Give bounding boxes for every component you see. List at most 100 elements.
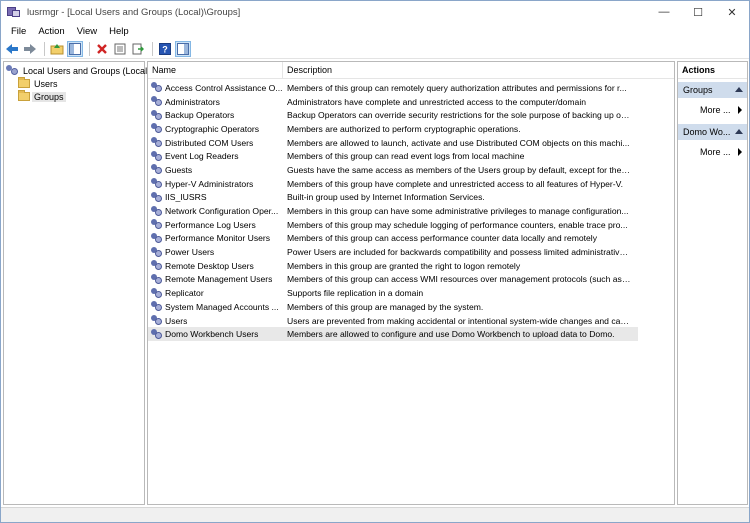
column-header-description[interactable]: Description (283, 62, 674, 79)
table-row[interactable]: Backup Operators Backup Operators can ove… (148, 108, 674, 122)
table-row[interactable]: Remote Management Users Members of this g… (148, 273, 674, 287)
group-name: Backup Operators (165, 110, 235, 121)
actions-title: Actions (678, 62, 747, 79)
table-row[interactable]: Performance Log Users Members of this gro… (148, 218, 674, 232)
group-icon (151, 191, 163, 203)
group-icon (151, 301, 163, 312)
actions-section-label: Groups (683, 85, 713, 95)
group-description: Members are allowed to configure and use… (287, 329, 615, 340)
table-row[interactable]: IIS_IUSRS Built-in group used by Internet… (148, 191, 674, 205)
group-name-cell: Replicator (148, 287, 283, 299)
delete-icon[interactable] (94, 41, 110, 57)
group-description: Supports file replication in a domain (287, 288, 424, 299)
group-icon (151, 82, 163, 93)
tree-item-users[interactable]: Users (18, 77, 60, 90)
table-row[interactable]: Domo Workbench Users Members are allowed … (148, 327, 638, 342)
group-name-cell: Access Control Assistance O... (148, 82, 283, 93)
submenu-arrow-icon (738, 148, 742, 156)
group-name: Domo Workbench Users (165, 329, 259, 340)
group-name: Performance Monitor Users (165, 233, 271, 244)
export-list-icon[interactable] (130, 41, 146, 57)
toolbar-separator (89, 41, 90, 56)
help-icon[interactable]: ? (157, 41, 173, 57)
group-description: Users are prevented from making accident… (287, 315, 631, 326)
menu-help[interactable]: Help (103, 26, 135, 37)
actions-section-label: Domo Wo... (683, 127, 731, 137)
group-icon (151, 150, 163, 162)
table-row[interactable]: Users Users are prevented from making acc… (148, 314, 674, 328)
group-description: Members of this group may schedule loggi… (287, 219, 628, 230)
minimize-button[interactable]: — (647, 1, 681, 23)
actions-section-domo-workbench[interactable]: Domo Wo... (678, 124, 747, 140)
table-row[interactable]: Performance Monitor Users Members of this… (148, 232, 674, 246)
menu-action[interactable]: Action (32, 26, 70, 37)
menu-file[interactable]: File (5, 26, 32, 37)
group-description: Built-in group used by Internet Informat… (287, 192, 485, 203)
group-name: Network Configuration Oper... (165, 206, 279, 217)
group-description: Members are allowed to launch, activate … (287, 137, 630, 148)
actions-more-domo-workbench[interactable]: More ... (678, 144, 747, 160)
actions-section-groups[interactable]: Groups (678, 82, 747, 98)
group-name: Replicator (165, 288, 204, 299)
table-row[interactable]: Event Log Readers Members of this group c… (148, 149, 674, 163)
menu-bar: File Action View Help (1, 23, 749, 39)
group-description: Members of this group have complete and … (287, 178, 623, 189)
properties-icon[interactable] (112, 41, 128, 57)
group-name-cell: Backup Operators (148, 109, 283, 121)
group-icon (151, 164, 163, 175)
group-icon (151, 219, 163, 230)
group-icon (151, 287, 163, 299)
group-name-cell: Remote Management Users (148, 273, 283, 285)
toolbar: ? (1, 39, 749, 59)
back-arrow-icon[interactable] (4, 41, 20, 57)
table-row[interactable]: Hyper-V Administrators Members of this gr… (148, 177, 674, 191)
groups-list-pane: Name Description Access Control Assistan… (147, 61, 675, 505)
table-row[interactable]: System Managed Accounts ... Members of th… (148, 300, 674, 314)
column-header-name[interactable]: Name (148, 62, 283, 79)
group-name: Performance Log Users (165, 219, 256, 230)
group-name: Users (165, 315, 188, 326)
group-name-cell: Hyper-V Administrators (148, 178, 283, 189)
table-row[interactable]: Power Users Power Users are included for … (148, 245, 674, 259)
group-name-cell: Remote Desktop Users (148, 260, 283, 271)
group-description: Backup Operators can override security r… (287, 110, 631, 121)
svg-text:?: ? (162, 44, 168, 54)
group-name-cell: Guests (148, 164, 283, 175)
group-name-cell: Cryptographic Operators (148, 123, 283, 134)
window-controls: — ☐ ✕ (647, 1, 749, 23)
table-row[interactable]: Remote Desktop Users Members in this grou… (148, 259, 674, 273)
group-description: Guests have the same access as members o… (287, 164, 631, 175)
list-header: Name Description (148, 62, 674, 79)
table-row[interactable]: Administrators Administrators have comple… (148, 95, 674, 109)
forward-arrow-icon[interactable] (22, 41, 38, 57)
group-icon (151, 137, 163, 148)
table-row[interactable]: Network Configuration Oper... Members in … (148, 204, 674, 218)
status-bar (1, 507, 749, 522)
group-name: Event Log Readers (165, 151, 239, 162)
group-name-cell: Distributed COM Users (148, 137, 283, 148)
show-hide-tree-icon[interactable] (67, 40, 83, 57)
actions-more-groups[interactable]: More ... (678, 102, 747, 118)
table-row[interactable]: Distributed COM Users Members are allowed… (148, 136, 674, 150)
tree-item-groups[interactable]: Groups (18, 90, 66, 103)
menu-view[interactable]: View (71, 26, 103, 37)
group-name: Power Users (165, 247, 215, 258)
group-name-cell: Performance Log Users (148, 219, 283, 230)
group-name-cell: Performance Monitor Users (148, 232, 283, 244)
table-row[interactable]: Cryptographic Operators Members are autho… (148, 122, 674, 136)
close-button[interactable]: ✕ (715, 1, 749, 23)
maximize-button[interactable]: ☐ (681, 1, 715, 23)
show-hide-action-pane-icon[interactable] (175, 40, 191, 57)
table-row[interactable]: Replicator Supports file replication in a… (148, 286, 674, 300)
table-row[interactable]: Guests Guests have the same access as mem… (148, 163, 674, 177)
tree-item-root[interactable]: Local Users and Groups (Local) (6, 64, 152, 77)
group-description: Members in this group are granted the ri… (287, 260, 521, 271)
group-description: Members of this group can read event log… (287, 151, 525, 162)
actions-pane: Actions Groups More ... Domo Wo... More … (677, 61, 748, 505)
group-icon (151, 315, 163, 326)
group-icon (151, 205, 163, 217)
group-name-cell: Users (148, 315, 283, 326)
table-row[interactable]: Access Control Assistance O... Members of… (148, 81, 674, 95)
up-folder-icon[interactable] (49, 41, 65, 57)
group-name-cell: Domo Workbench Users (148, 328, 283, 340)
